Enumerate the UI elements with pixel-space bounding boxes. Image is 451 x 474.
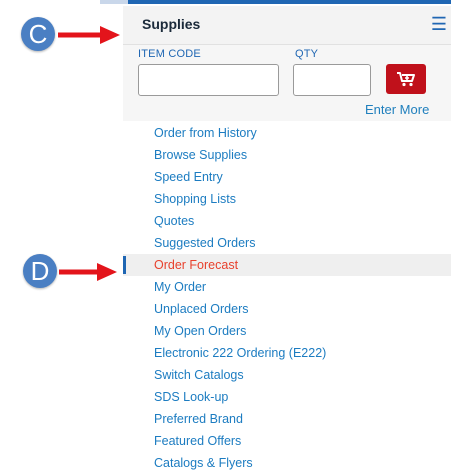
supplies-nav: Order from History Browse Supplies Speed E… bbox=[123, 122, 451, 474]
callout-c: C bbox=[21, 17, 55, 51]
panel-header: Supplies ☰ bbox=[123, 6, 451, 45]
panel-title: Supplies bbox=[142, 16, 201, 32]
top-strip-left bbox=[100, 0, 128, 4]
add-to-cart-button[interactable] bbox=[386, 64, 426, 94]
sidebar-item-preferred-brand[interactable]: Preferred Brand bbox=[123, 408, 451, 430]
hamburger-icon[interactable]: ☰ bbox=[431, 15, 447, 33]
arrow-c-icon bbox=[58, 26, 120, 44]
sidebar-item-my-order[interactable]: My Order bbox=[123, 276, 451, 298]
quick-order-form: ITEM CODE QTY Enter More bbox=[123, 45, 451, 121]
item-code-label: ITEM CODE bbox=[138, 48, 201, 60]
sidebar-item-catalogs-flyers[interactable]: Catalogs & Flyers bbox=[123, 452, 451, 474]
sidebar-item-featured-offers[interactable]: Featured Offers bbox=[123, 430, 451, 452]
sidebar-item-electronic-222-ordering-e222[interactable]: Electronic 222 Ordering (E222) bbox=[123, 342, 451, 364]
cart-icon bbox=[397, 72, 415, 87]
qty-label: QTY bbox=[295, 48, 319, 60]
sidebar-item-my-open-orders[interactable]: My Open Orders bbox=[123, 320, 451, 342]
sidebar-item-browse-supplies[interactable]: Browse Supplies bbox=[123, 144, 451, 166]
item-code-input[interactable] bbox=[138, 64, 279, 96]
arrow-d-icon bbox=[59, 263, 117, 281]
sidebar-item-switch-catalogs[interactable]: Switch Catalogs bbox=[123, 364, 451, 386]
sidebar-item-order-forecast[interactable]: Order Forecast bbox=[123, 254, 451, 276]
callout-d: D bbox=[23, 254, 57, 288]
sidebar-item-unplaced-orders[interactable]: Unplaced Orders bbox=[123, 298, 451, 320]
sidebar-item-suggested-orders[interactable]: Suggested Orders bbox=[123, 232, 451, 254]
sidebar-item-quotes[interactable]: Quotes bbox=[123, 210, 451, 232]
supplies-panel: Supplies ☰ ITEM CODE QTY Enter More Orde… bbox=[123, 6, 451, 470]
sidebar-item-speed-entry[interactable]: Speed Entry bbox=[123, 166, 451, 188]
enter-more-link[interactable]: Enter More bbox=[365, 102, 429, 117]
sidebar-item-order-from-history[interactable]: Order from History bbox=[123, 122, 451, 144]
qty-input[interactable] bbox=[293, 64, 371, 96]
sidebar-item-sds-look-up[interactable]: SDS Look-up bbox=[123, 386, 451, 408]
top-strip bbox=[128, 0, 451, 4]
sidebar-item-shopping-lists[interactable]: Shopping Lists bbox=[123, 188, 451, 210]
